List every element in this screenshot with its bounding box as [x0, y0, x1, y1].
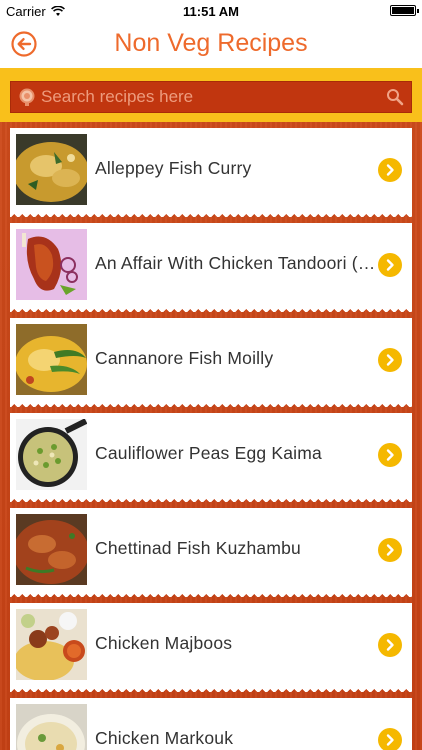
recipe-thumbnail — [16, 704, 87, 750]
recipe-title: Chicken Markouk — [95, 728, 234, 748]
chevron-button[interactable] — [378, 253, 402, 277]
chevron-right-icon — [386, 354, 394, 366]
search-icon[interactable] — [386, 88, 404, 106]
recipe-title: Cannanore Fish Moilly — [95, 348, 274, 368]
nav-bar: Non Veg Recipes — [0, 22, 422, 68]
recipe-list: Alleppey Fish Curry An Affair With Chick… — [0, 122, 422, 750]
chevron-right-icon — [386, 259, 394, 271]
app-logo-icon — [19, 88, 35, 106]
list-item[interactable]: An Affair With Chicken Tandoori (T... — [10, 223, 412, 312]
recipe-title: Cauliflower Peas Egg Kaima — [95, 443, 322, 463]
chevron-right-icon — [386, 734, 394, 746]
recipe-thumbnail — [16, 134, 87, 205]
list-item[interactable]: Cannanore Fish Moilly — [10, 318, 412, 407]
list-item[interactable]: Chettinad Fish Kuzhambu — [10, 508, 412, 597]
chevron-right-icon — [386, 544, 394, 556]
page-title: Non Veg Recipes — [114, 29, 308, 57]
recipe-thumbnail — [16, 324, 87, 395]
chevron-button[interactable] — [378, 348, 402, 372]
list-item[interactable]: Alleppey Fish Curry — [10, 128, 412, 217]
list-item[interactable]: Cauliflower Peas Egg Kaima — [10, 413, 412, 502]
chevron-right-icon — [386, 449, 394, 461]
search-box[interactable] — [10, 81, 412, 113]
chevron-button[interactable] — [378, 538, 402, 562]
list-item[interactable]: Chicken Majboos — [10, 603, 412, 692]
recipe-title: Chettinad Fish Kuzhambu — [95, 538, 301, 558]
chevron-button[interactable] — [378, 158, 402, 182]
recipe-title: Chicken Majboos — [95, 633, 233, 653]
recipe-title: Alleppey Fish Curry — [95, 158, 252, 178]
chevron-right-icon — [386, 639, 394, 651]
recipe-thumbnail — [16, 514, 87, 585]
screen: Carrier 11:51 AM Non Veg Recipes Search … — [0, 0, 422, 750]
chevron-button[interactable] — [378, 728, 402, 750]
recipe-thumbnail — [16, 229, 87, 300]
chevron-button[interactable] — [378, 443, 402, 467]
chevron-button[interactable] — [378, 633, 402, 657]
status-bar: Carrier 11:51 AM — [0, 0, 422, 22]
battery-icon — [390, 5, 419, 16]
recipe-thumbnail — [16, 609, 87, 680]
recipe-thumbnail — [16, 419, 87, 490]
list-item[interactable]: Chicken Markouk — [10, 698, 412, 750]
chevron-right-icon — [386, 164, 394, 176]
recipe-title: An Affair With Chicken Tandoori (T... — [95, 253, 377, 273]
search-input[interactable] — [41, 82, 361, 112]
status-time: 11:51 AM — [183, 4, 239, 19]
search-band — [0, 68, 422, 122]
